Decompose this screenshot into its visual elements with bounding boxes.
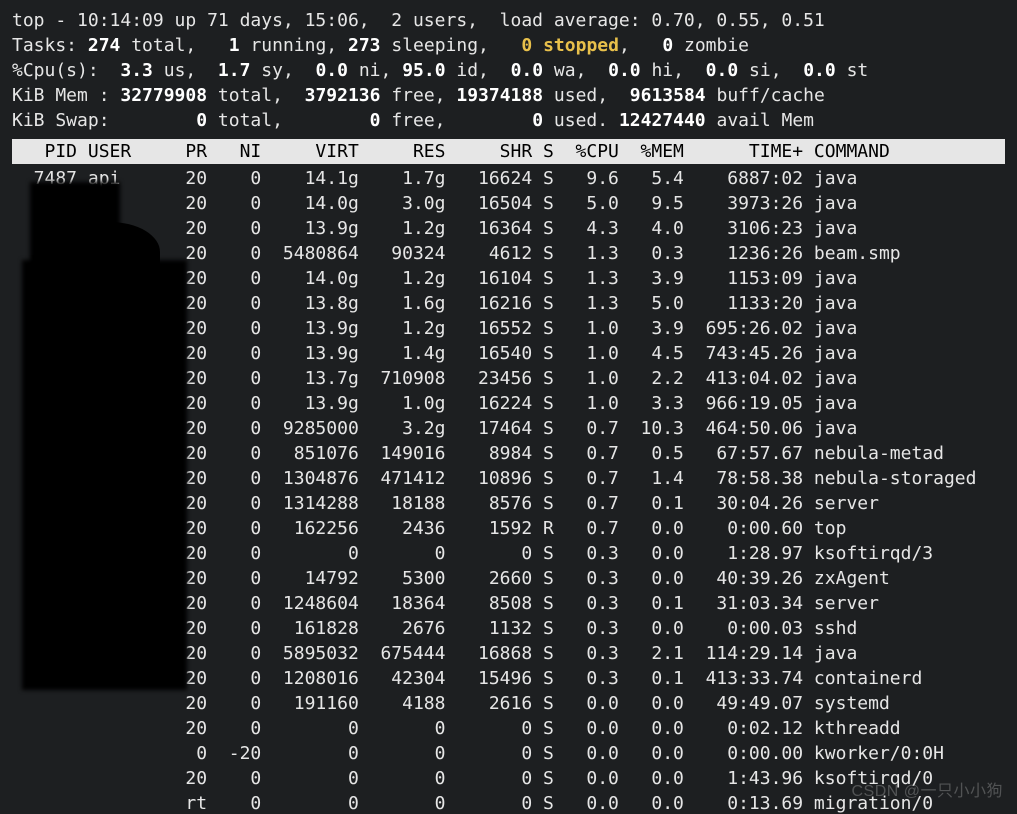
table-row: 20 0 191160 4188 2616 S 0.0 0.0 49:49.07…	[12, 691, 1005, 716]
top-line-5: KiB Swap: 0 total, 0 free, 0 used. 12427…	[12, 108, 1005, 133]
table-row: 20 0 0 0 0 S 0.0 0.0 1:43.96 ksoftirqd/0	[12, 766, 1005, 791]
process-table-header: PID USER PR NI VIRT RES SHR S %CPU %MEM …	[12, 139, 1005, 164]
redaction-mask	[60, 222, 160, 282]
top-line-2: Tasks: 274 total, 1 running, 273 sleepin…	[12, 33, 1005, 58]
table-row: 20 0 0 0 0 S 0.0 0.0 0:02.12 kthreadd	[12, 716, 1005, 741]
table-row: rt 0 0 0 0 S 0.0 0.0 0:13.69 migration/0	[12, 791, 1005, 814]
top-line-4: KiB Mem : 32779908 total, 3792136 free, …	[12, 83, 1005, 108]
top-line-3: %Cpu(s): 3.3 us, 1.7 sy, 0.0 ni, 95.0 id…	[12, 58, 1005, 83]
redaction-mask	[22, 260, 187, 690]
table-row: 20 0 13.9g 1.2g 16364 S 4.3 4.0 3106:23 …	[12, 216, 1005, 241]
table-row: 0 -20 0 0 0 S 0.0 0.0 0:00.00 kworker/0:…	[12, 741, 1005, 766]
table-row: 6245 20 0 14.0g 3.0g 16504 S 5.0 9.5 397…	[12, 191, 1005, 216]
table-row: 7487 api 20 0 14.1g 1.7g 16624 S 9.6 5.4…	[12, 166, 1005, 191]
top-line-1: top - 10:14:09 up 71 days, 15:06, 2 user…	[12, 8, 1005, 33]
